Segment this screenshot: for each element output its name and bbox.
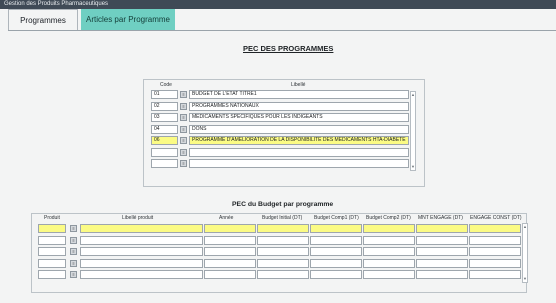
mnt-engage-field[interactable] <box>416 224 468 233</box>
programme-code-field[interactable] <box>151 159 178 168</box>
programme-libelle-field[interactable]: BUDGET DE L'ETAT TITRE1 <box>189 90 409 99</box>
annee-field[interactable] <box>204 247 256 256</box>
list-of-values-icon[interactable]: ≡ <box>180 114 187 121</box>
annee-field[interactable] <box>204 235 256 245</box>
budget-comp1-field[interactable] <box>310 258 362 268</box>
produit-field[interactable] <box>38 258 66 268</box>
engage-const-field[interactable] <box>469 235 521 245</box>
budget-initial-column-header: Budget Initial (DT) <box>262 215 303 221</box>
list-of-values-icon[interactable]: ≡ <box>70 236 77 244</box>
annee-field[interactable] <box>204 258 256 268</box>
budget-comp1-field[interactable] <box>310 224 362 233</box>
mnt-engage-field[interactable] <box>416 258 468 268</box>
scroll-down-icon[interactable]: ▼ <box>411 165 415 169</box>
programme-code-field[interactable]: 01 <box>151 90 178 99</box>
programmes-heading: PEC DES PROGRAMMES <box>243 44 334 53</box>
libelle-produit-field[interactable] <box>80 270 203 279</box>
annee-field[interactable] <box>204 270 256 279</box>
mnt-engage-field[interactable] <box>416 270 468 279</box>
list-of-values-icon[interactable]: ≡ <box>180 137 187 144</box>
list-of-values-icon[interactable]: ≡ <box>180 102 187 110</box>
budget-comp1-field[interactable] <box>310 247 362 256</box>
programme-libelle-field[interactable]: PROGRAMMES NATIONAUX <box>189 101 409 111</box>
window-title: Gestion des Produits Pharmaceutiques <box>0 0 556 9</box>
list-of-values-icon[interactable]: ≡ <box>180 148 187 156</box>
produit-field[interactable] <box>38 270 66 279</box>
mnt-engage-field[interactable] <box>416 247 468 256</box>
budget-comp1-field[interactable] <box>310 235 362 245</box>
budget-comp2-field[interactable] <box>363 270 415 279</box>
libelle-produit-column-header: Libellé produit <box>122 215 154 221</box>
engage-const-field[interactable] <box>469 224 521 233</box>
budget-comp2-field[interactable] <box>363 258 415 268</box>
mnt-engage-column-header: MNT ENGAGE (DT) <box>418 215 463 221</box>
programme-code-field[interactable]: 06 <box>151 136 178 145</box>
budget-comp2-column-header: Budget Comp2 (DT) <box>366 215 411 221</box>
programme-libelle-field[interactable] <box>189 147 409 157</box>
programme-libelle-field[interactable]: DONS <box>189 124 409 134</box>
budget-initial-field[interactable] <box>257 258 309 268</box>
budget-initial-field[interactable] <box>257 235 309 245</box>
engage-const-column-header: ENGAGE CONST (DT) <box>470 215 522 221</box>
scroll-down-icon[interactable]: ▼ <box>523 277 527 281</box>
engage-const-field[interactable] <box>469 247 521 256</box>
libelle-produit-field[interactable] <box>80 247 203 256</box>
programme-libelle-field[interactable]: MEDICAMENTS SPECIFIQUES POUR LES INDIGEA… <box>189 113 409 122</box>
mnt-engage-field[interactable] <box>416 235 468 245</box>
list-of-values-icon[interactable]: ≡ <box>70 248 77 255</box>
produit-field[interactable] <box>38 247 66 256</box>
budget-scrollbar[interactable]: ▲ ▼ <box>522 223 528 283</box>
list-of-values-icon[interactable]: ≡ <box>180 125 187 133</box>
tab-programmes[interactable]: Programmes <box>8 9 78 30</box>
budget-comp2-field[interactable] <box>363 224 415 233</box>
tab-articles-par-programme[interactable]: Articles par Programme <box>81 9 175 30</box>
produit-field[interactable] <box>38 224 66 233</box>
code-column-header: Code <box>160 82 172 88</box>
annee-column-header: Année <box>219 215 234 221</box>
libelle-produit-field[interactable] <box>80 235 203 245</box>
budget-comp2-field[interactable] <box>363 235 415 245</box>
budget-comp1-field[interactable] <box>310 270 362 279</box>
produit-field[interactable] <box>38 235 66 245</box>
programme-code-field[interactable]: 03 <box>151 113 178 122</box>
engage-const-field[interactable] <box>469 270 521 279</box>
engage-const-field[interactable] <box>469 258 521 268</box>
list-of-values-icon[interactable]: ≡ <box>70 225 77 232</box>
list-of-values-icon[interactable]: ≡ <box>70 259 77 267</box>
budget-initial-field[interactable] <box>257 247 309 256</box>
list-of-values-icon[interactable]: ≡ <box>180 91 187 98</box>
budget-initial-field[interactable] <box>257 224 309 233</box>
budget-comp2-field[interactable] <box>363 247 415 256</box>
annee-field[interactable] <box>204 224 256 233</box>
programme-code-field[interactable]: 02 <box>151 101 178 111</box>
libelle-produit-field[interactable] <box>80 224 203 233</box>
libelle-column-header: Libellé <box>291 82 306 88</box>
produit-column-header: Produit <box>44 215 60 221</box>
scroll-up-icon[interactable]: ▲ <box>411 93 415 97</box>
budget-initial-field[interactable] <box>257 270 309 279</box>
budget-comp1-column-header: Budget Comp1 (DT) <box>314 215 359 221</box>
libelle-produit-field[interactable] <box>80 258 203 268</box>
programmes-scrollbar[interactable]: ▲ ▼ <box>410 91 416 171</box>
programme-libelle-field[interactable]: PROGRAMME D'AMELIORATION DE LA DISPONIBI… <box>189 136 409 145</box>
scroll-up-icon[interactable]: ▲ <box>523 225 527 229</box>
programme-code-field[interactable] <box>151 147 178 157</box>
tab-divider <box>8 30 556 31</box>
programme-libelle-field[interactable] <box>189 159 409 168</box>
budget-heading: PEC du Budget par programme <box>232 201 334 208</box>
list-of-values-icon[interactable]: ≡ <box>70 271 77 278</box>
programme-code-field[interactable]: 04 <box>151 124 178 134</box>
list-of-values-icon[interactable]: ≡ <box>180 160 187 167</box>
